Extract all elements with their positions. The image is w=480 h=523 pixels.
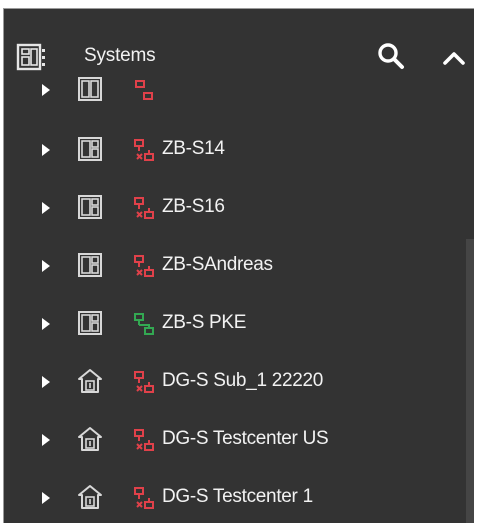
tree-item-label: DG-S Sub_1 22220 <box>162 370 324 391</box>
tree-item-label: ZB-S PKE <box>162 312 247 333</box>
tree-item-label: ZB-S14 <box>162 138 225 159</box>
tree-item-label: DG-S Testcenter 1 <box>162 486 313 507</box>
expand-arrow-icon[interactable] <box>41 317 51 331</box>
tree-row-partial[interactable] <box>4 61 464 119</box>
switchboard-icon <box>78 77 102 101</box>
tree-row[interactable]: ZB-SAndreas <box>4 237 464 295</box>
expand-arrow-icon[interactable] <box>41 201 51 215</box>
expand-arrow-icon[interactable] <box>41 491 51 505</box>
switchboard-icon <box>78 137 102 161</box>
tree-row[interactable]: DG-S Sub_1 22220 <box>4 353 464 411</box>
expand-arrow-icon[interactable] <box>41 143 51 157</box>
tree-item-label: DG-S Testcenter US <box>162 428 329 449</box>
tree-item-label: ZB-SAndreas <box>162 254 273 275</box>
disconnected-icon <box>134 139 154 161</box>
scrollbar[interactable] <box>466 239 474 523</box>
tree-row[interactable]: DG-S Testcenter US <box>4 411 464 469</box>
disconnected-icon <box>134 255 154 277</box>
expand-arrow-icon[interactable] <box>41 375 51 389</box>
switchboard-icon <box>78 253 102 277</box>
tree-row[interactable]: DG-S Testcenter 1 <box>4 469 464 523</box>
disconnected-icon <box>134 429 154 451</box>
disconnected-icon <box>135 80 153 100</box>
tree-row[interactable]: ZB-S14 <box>4 121 464 179</box>
systems-panel: Systems ZB-S14 ZB-S16 ZB-SAndreas ZB-S PKE D… <box>3 8 474 523</box>
disconnected-icon <box>134 371 154 393</box>
switchboard-icon <box>78 311 102 335</box>
expand-arrow-icon[interactable] <box>41 433 51 447</box>
disconnected-icon <box>134 487 154 509</box>
substation-icon <box>78 369 102 393</box>
switchboard-icon <box>78 195 102 219</box>
tree-row[interactable]: ZB-S16 <box>4 179 464 237</box>
expand-arrow-icon[interactable] <box>41 83 51 97</box>
disconnected-icon <box>134 197 154 219</box>
tree-row[interactable]: ZB-S PKE <box>4 295 464 353</box>
substation-icon <box>78 427 102 451</box>
connected-icon <box>134 313 154 335</box>
tree-item-label: ZB-S16 <box>162 196 225 217</box>
expand-arrow-icon[interactable] <box>41 259 51 273</box>
substation-icon <box>78 485 102 509</box>
